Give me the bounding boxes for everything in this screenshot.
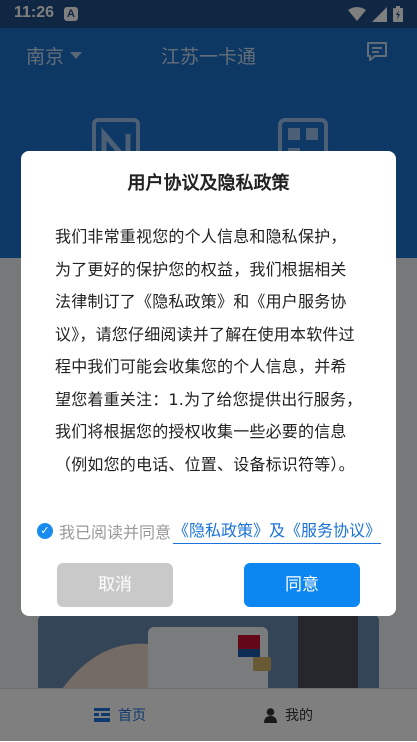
body-line: 法律制订了《隐私政策》和《用户服务协 [55,292,347,311]
consent-checkbox[interactable]: ✓ [37,522,53,539]
body-line: 议》，请您仔细阅读并了解在使用本软件过 [55,324,355,344]
dialog-title: 用户协议及隐私政策 [127,173,290,194]
dialog-body: 我们非常重视您的个人信息和隐私保护， 为了更好的保护您的权益，我们根据相关 法律… [55,221,365,481]
agree-button[interactable]: 同意 [244,563,360,607]
body-line: 程中我们可能会收集您的个人信息，并希 [55,357,347,376]
body-line: 我们将根据您的授权收集一些必要的信息 [55,422,347,441]
privacy-dialog: 用户协议及隐私政策 我们非常重视您的个人信息和隐私保护， 为了更好的保护您的权益… [21,151,396,616]
consent-label: 我已阅读并同意 [59,522,172,542]
body-line: 望您着重关注：1.为了给您提供出行服务， [55,389,363,409]
body-line: 为了更好的保护您的权益，我们根据相关 [55,259,347,279]
body-line: （例如您的电话、位置、设备标识符等）。 [55,454,355,474]
consent-row: ✓ 我已阅读并同意 《隐私政策》及《服务协议》 [37,517,382,544]
cancel-button[interactable]: 取消 [57,563,173,607]
policy-link[interactable]: 《隐私政策》及《服务协议》 [173,517,382,544]
body-line: 我们非常重视您的个人信息和隐私保护， [55,227,347,246]
